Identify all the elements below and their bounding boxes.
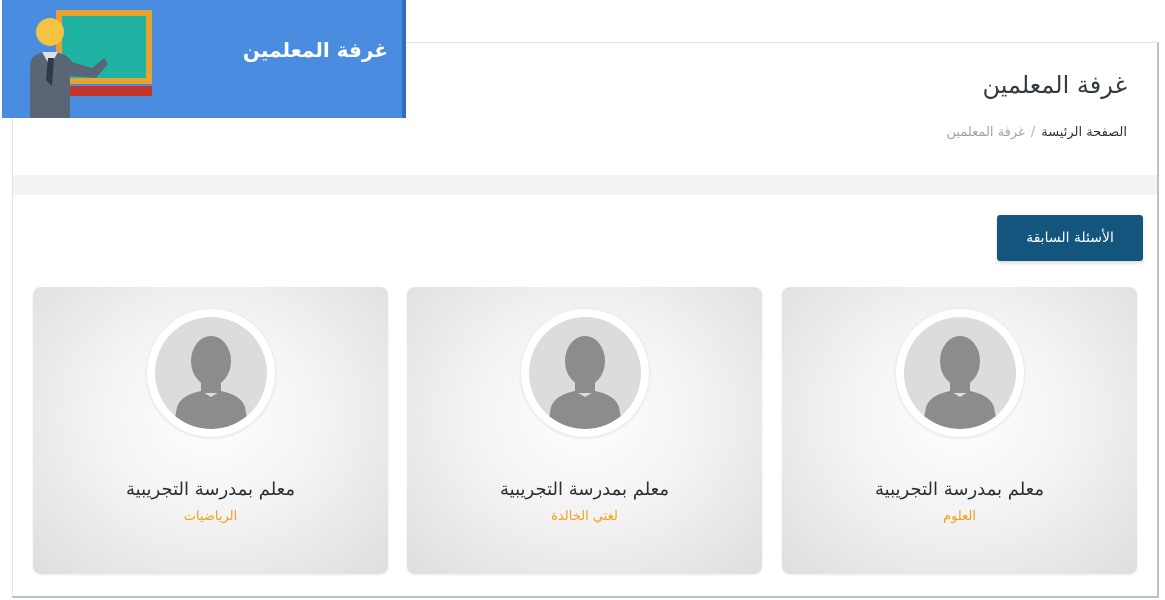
breadcrumb-separator: / xyxy=(1030,125,1036,140)
teachers-room-banner: غرفة المعلمين xyxy=(2,0,406,118)
main-panel: غرفة المعلمين الصفحة الرئيسة / غرفة المعلم… xyxy=(12,42,1159,598)
avatar xyxy=(895,309,1024,437)
teacher-cards: معلم بمدرسة التجريبية العلوم معلم بمدرسة… xyxy=(33,287,1137,574)
teacher-subject: العلوم xyxy=(943,509,976,524)
teacher-subject: لغتي الخالدة xyxy=(551,509,618,524)
teacher-name: معلم بمدرسة التجريبية xyxy=(875,479,1044,500)
section-divider xyxy=(13,175,1157,195)
avatar xyxy=(520,309,649,437)
teacher-name: معلم بمدرسة التجريبية xyxy=(126,479,295,500)
breadcrumb: الصفحة الرئيسة / غرفة المعلمين xyxy=(947,125,1127,140)
teacher-card[interactable]: معلم بمدرسة التجريبية لغتي الخالدة xyxy=(407,287,762,574)
user-silhouette-icon xyxy=(172,336,249,429)
breadcrumb-home-link[interactable]: الصفحة الرئيسة xyxy=(1041,125,1127,140)
content-area: الأسئلة السابقة معلم بمدرسة التجريبية ال… xyxy=(13,195,1157,596)
user-silhouette-icon xyxy=(546,336,623,429)
teacher-name: معلم بمدرسة التجريبية xyxy=(500,479,669,500)
teacher-at-board-icon xyxy=(30,10,152,118)
previous-questions-button[interactable]: الأسئلة السابقة xyxy=(997,215,1143,261)
teacher-card[interactable]: معلم بمدرسة التجريبية الرياضيات xyxy=(33,287,388,574)
user-silhouette-icon xyxy=(921,336,998,429)
teacher-card[interactable]: معلم بمدرسة التجريبية العلوم xyxy=(782,287,1137,574)
page-title: غرفة المعلمين xyxy=(982,71,1127,99)
banner-title: غرفة المعلمين xyxy=(242,38,388,62)
breadcrumb-current: غرفة المعلمين xyxy=(946,125,1025,140)
avatar xyxy=(146,309,275,437)
teacher-subject: الرياضيات xyxy=(183,509,238,524)
